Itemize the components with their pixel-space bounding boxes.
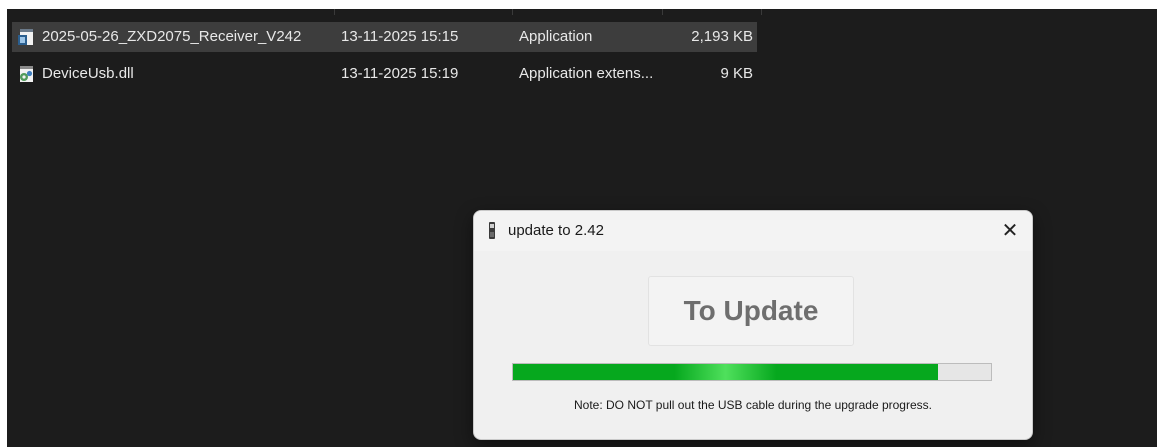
usb-device-icon <box>489 222 495 239</box>
to-update-button[interactable]: To Update <box>648 276 854 346</box>
file-type: Application extens... <box>519 65 654 82</box>
column-separator <box>662 9 663 15</box>
file-size: 2,193 KB <box>691 28 753 45</box>
close-button[interactable]: ✕ <box>988 211 1032 251</box>
application-icon <box>18 29 33 45</box>
column-separator <box>761 9 762 15</box>
dialog-title: update to 2.42 <box>508 222 604 239</box>
file-date-modified: 13-11-2025 15:15 <box>341 28 459 45</box>
update-dialog: update to 2.42 ✕ To Update Note: DO NOT … <box>473 210 1033 440</box>
column-separator <box>334 9 335 15</box>
close-icon: ✕ <box>1001 220 1019 242</box>
file-row-deviceusb-dll[interactable]: DeviceUsb.dll 13-11-2025 15:19 Applicati… <box>12 59 757 89</box>
file-date-modified: 13-11-2025 15:19 <box>341 65 459 82</box>
usb-warning-note: Note: DO NOT pull out the USB cable duri… <box>574 398 932 412</box>
file-row-receiver-exe[interactable]: 2025-05-26_ZXD2075_Receiver_V242 13-11-2… <box>12 22 757 52</box>
file-name: DeviceUsb.dll <box>42 65 134 82</box>
file-name: 2025-05-26_ZXD2075_Receiver_V242 <box>42 28 302 45</box>
dll-file-icon <box>20 66 33 82</box>
column-separator <box>512 9 513 15</box>
progress-fill <box>513 364 939 380</box>
file-type: Application <box>519 28 593 45</box>
dialog-titlebar[interactable]: update to 2.42 ✕ <box>474 211 1032 251</box>
update-progress-bar <box>512 363 992 381</box>
file-size: 9 KB <box>720 65 753 82</box>
